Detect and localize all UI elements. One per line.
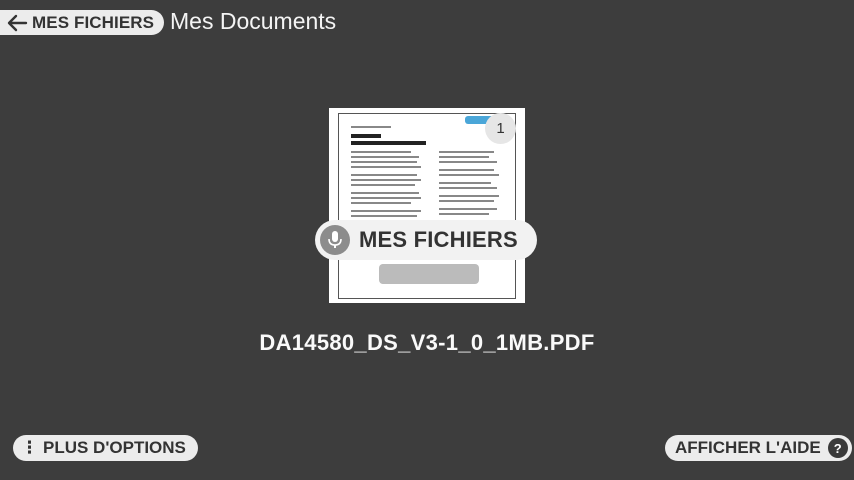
page-title: Mes Documents: [170, 8, 337, 34]
more-options-button[interactable]: ⋮ PLUS D'OPTIONS: [13, 435, 198, 461]
back-button-label: MES FICHIERS: [32, 12, 155, 32]
arrow-left-icon: [7, 14, 28, 31]
voice-command-label: MES FICHIERS: [359, 227, 518, 252]
back-button[interactable]: MES FICHIERS: [0, 10, 165, 35]
microphone-icon: [320, 225, 350, 255]
more-options-label: PLUS D'OPTIONS: [43, 438, 186, 457]
show-help-label: AFFICHER L'AIDE: [675, 438, 821, 457]
help-icon: ?: [827, 438, 848, 458]
more-vertical-icon: ⋮: [21, 438, 38, 457]
document-preview-page: [338, 113, 516, 299]
file-name: DA14580_DS_V3-1_0_1MB.PDF: [259, 330, 595, 355]
page-count-badge: 1: [485, 113, 516, 144]
voice-command-hint: MES FICHIERS: [315, 220, 537, 260]
show-help-button[interactable]: AFFICHER L'AIDE ?: [665, 435, 852, 461]
